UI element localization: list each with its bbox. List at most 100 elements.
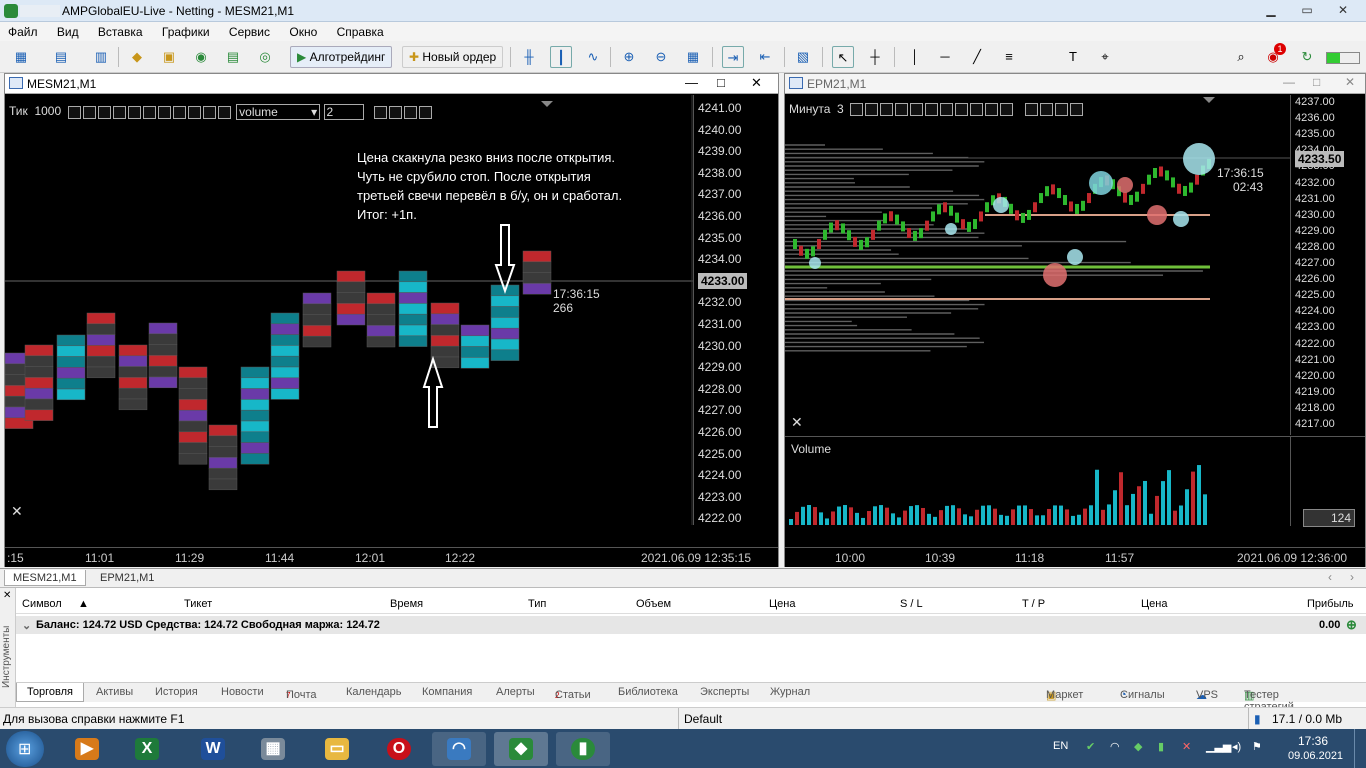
tab-company[interactable]: Компания bbox=[422, 686, 472, 698]
fibonacci-icon[interactable]: ≡ bbox=[998, 46, 1020, 68]
chart-plot-area[interactable]: Минута 3 17:36:15 02:43 ✕ bbox=[785, 95, 1290, 435]
menu-insert[interactable]: Вставка bbox=[90, 22, 151, 39]
tray-network-icon[interactable]: ◠ bbox=[1110, 740, 1120, 753]
window-close-button[interactable]: ✕ bbox=[1345, 75, 1355, 89]
chart-window-epm21[interactable]: EPM21,M1 — □ ✕ Минута 3 17:36:15 02:43 ✕… bbox=[784, 73, 1366, 567]
language-indicator[interactable]: EN bbox=[1053, 740, 1068, 752]
tabs-scroll-left-icon[interactable]: ‹ bbox=[1328, 570, 1332, 584]
price-scale[interactable]: 4241.00 4240.00 4239.00 4238.00 4237.00 4236.… bbox=[693, 95, 778, 525]
taskbar-explorer[interactable]: ▭ bbox=[310, 732, 364, 766]
menu-view[interactable]: Вид bbox=[49, 22, 87, 39]
maximize-button[interactable]: ▭ bbox=[1294, 2, 1320, 18]
taskbar-calculator[interactable]: ▦ bbox=[246, 732, 300, 766]
tab-alerts[interactable]: Алерты bbox=[496, 686, 535, 698]
zoom-out-icon[interactable]: ⊖ bbox=[650, 46, 672, 68]
tab-assets[interactable]: Активы bbox=[96, 686, 133, 698]
add-icon[interactable]: ⊕ bbox=[1346, 617, 1357, 633]
price-scale[interactable]: 4237.004236.004235.004234.004233.004232.… bbox=[1290, 95, 1365, 435]
col-sl[interactable]: S / L bbox=[900, 598, 923, 610]
tray-network-error-icon[interactable]: ✕ bbox=[1182, 740, 1191, 753]
zoom-in-icon[interactable]: ⊕ bbox=[618, 46, 640, 68]
search-icon[interactable]: ⌕ bbox=[1230, 46, 1252, 68]
tab-trade[interactable]: Торговля bbox=[16, 683, 84, 702]
new-order-button[interactable]: ✚ Новый ордер bbox=[402, 46, 504, 68]
status-profile[interactable]: Default bbox=[684, 712, 722, 726]
menu-charts[interactable]: Графики bbox=[154, 22, 218, 39]
balance-row[interactable]: ⌄ Баланс: 124.72 USD Средства: 124.72 Св… bbox=[16, 616, 1366, 634]
tab-epm21[interactable]: EPM21,M1 bbox=[92, 570, 162, 586]
tray-chart-icon[interactable]: ▮ bbox=[1158, 740, 1164, 753]
col-symbol[interactable]: Символ bbox=[22, 598, 62, 610]
menu-window[interactable]: Окно bbox=[281, 22, 325, 39]
new-chart-icon[interactable]: ▦ bbox=[10, 46, 32, 68]
tab-experts[interactable]: Эксперты bbox=[700, 686, 749, 698]
taskbar-opera[interactable]: O bbox=[372, 732, 426, 766]
tab-articles[interactable]: Статьи 2 bbox=[555, 686, 591, 701]
close-button[interactable]: ✕ bbox=[1330, 2, 1356, 18]
tray-shield-icon[interactable]: ✔ bbox=[1086, 740, 1095, 753]
notifications-icon[interactable]: ◉ 1 bbox=[1262, 43, 1286, 68]
menu-help[interactable]: Справка bbox=[329, 22, 392, 39]
col-price2[interactable]: Цена bbox=[1141, 598, 1167, 610]
taskbar-metatrader-2[interactable]: ▮ bbox=[556, 732, 610, 766]
col-tp[interactable]: T / P bbox=[1022, 598, 1045, 610]
menu-tools[interactable]: Сервис bbox=[221, 22, 278, 39]
tools-icon[interactable]: ✕ bbox=[11, 503, 23, 520]
minimize-button[interactable]: ▁ bbox=[1258, 2, 1284, 18]
window-close-button[interactable]: ✕ bbox=[751, 75, 762, 91]
market-watch-icon[interactable]: ◆ bbox=[126, 46, 148, 68]
taskbar-media-player[interactable]: ▶ bbox=[60, 732, 114, 766]
candle-chart-icon[interactable]: ┃ bbox=[550, 46, 572, 68]
taskbar-word[interactable]: W bbox=[186, 732, 240, 766]
tabs-scroll-right-icon[interactable]: › bbox=[1350, 570, 1354, 584]
close-panel-icon[interactable]: ✕ bbox=[3, 590, 11, 601]
taskbar-network[interactable]: ◠ bbox=[432, 732, 486, 766]
vertical-line-icon[interactable]: │ bbox=[904, 46, 926, 68]
tab-history[interactable]: История bbox=[155, 686, 198, 698]
taskbar-metatrader[interactable]: ◆ bbox=[494, 732, 548, 766]
chart-plot-area[interactable]: Тик 1000 volume ▾ 2 Цена скакнула резко в… bbox=[5, 95, 693, 525]
col-ticket[interactable]: Тикет bbox=[184, 598, 212, 610]
toolbox-side-tab[interactable]: Инструменты bbox=[0, 588, 16, 708]
tab-mail[interactable]: Почта 7 bbox=[286, 686, 317, 701]
profiles-icon[interactable]: ▤ bbox=[50, 46, 72, 68]
window-maximize-button[interactable]: □ bbox=[717, 75, 725, 90]
tab-calendar[interactable]: Календарь bbox=[346, 686, 402, 698]
tab-journal[interactable]: Журнал bbox=[770, 686, 810, 698]
window-minimize-button[interactable]: — bbox=[685, 75, 698, 90]
navigator-icon[interactable]: ◉ bbox=[190, 46, 212, 68]
tray-volume-icon[interactable]: ◂) bbox=[1232, 740, 1241, 753]
indicators-icon[interactable]: ▧ bbox=[792, 46, 814, 68]
text-tool-icon[interactable]: T bbox=[1062, 46, 1084, 68]
tile-windows-icon[interactable]: ▦ bbox=[682, 46, 704, 68]
start-button[interactable]: ⊞ bbox=[6, 731, 44, 767]
col-type[interactable]: Тип bbox=[528, 598, 546, 610]
window-minimize-button[interactable]: — bbox=[1283, 75, 1295, 89]
clock-date[interactable]: 09.06.2021 bbox=[1288, 750, 1343, 762]
horizontal-line-icon[interactable]: ─ bbox=[934, 46, 956, 68]
chart-shift-icon[interactable]: ⇤ bbox=[754, 46, 776, 68]
tray-flag-icon[interactable]: ⚑ bbox=[1252, 740, 1262, 753]
tray-signal-icon[interactable]: ▁▃▅ bbox=[1206, 740, 1231, 753]
bar-chart-icon[interactable]: ╫ bbox=[518, 46, 540, 68]
show-desktop-button[interactable] bbox=[1354, 729, 1366, 768]
time-scale[interactable]: 2021.06.09 12:36:00 10:00 10:39 11:18 11:57 bbox=[785, 547, 1365, 567]
window-maximize-button[interactable]: □ bbox=[1313, 75, 1320, 89]
volume-subwindow[interactable]: Volume bbox=[785, 436, 1290, 526]
tab-news[interactable]: Новости bbox=[221, 686, 264, 698]
status-traffic[interactable]: 17.1 / 0.0 Mb bbox=[1272, 712, 1342, 726]
autoscroll-icon[interactable]: ⇥ bbox=[722, 46, 744, 68]
tray-update-icon[interactable]: ◆ bbox=[1134, 740, 1142, 753]
menu-file[interactable]: Файл bbox=[0, 22, 46, 39]
templates-icon[interactable]: ▥ bbox=[90, 46, 112, 68]
shapes-icon[interactable]: ⌖ bbox=[1094, 46, 1116, 68]
cursor-icon[interactable]: ↖ bbox=[832, 46, 854, 68]
data-window-icon[interactable]: ▣ bbox=[158, 46, 180, 68]
time-scale[interactable]: 2021.06.09 12:35:15 :15 11:01 11:29 11:44 12… bbox=[5, 547, 778, 567]
collapse-icon[interactable]: ⌄ bbox=[22, 619, 31, 632]
algo-trading-button[interactable]: ▶ Алготрейдинг bbox=[290, 46, 393, 68]
col-profit[interactable]: Прибыль bbox=[1307, 598, 1354, 610]
crosshair-icon[interactable]: ┼ bbox=[864, 46, 886, 68]
chart-window-mesm21[interactable]: MESM21,M1 — □ ✕ Тик 1000 volume ▾ 2 Цена … bbox=[4, 73, 779, 567]
tab-library[interactable]: Библиотека bbox=[618, 686, 678, 698]
